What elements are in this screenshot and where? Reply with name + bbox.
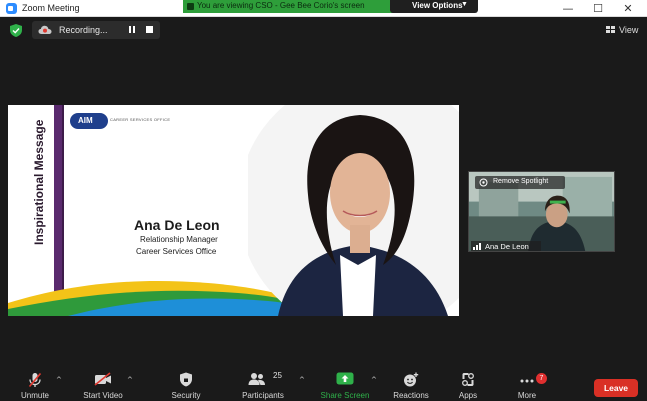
presenter-role: Relationship Manager (140, 235, 218, 244)
viewing-banner-text: You are viewing CSO - Gee Bee Corio's sc… (197, 1, 365, 10)
unmute-label: Unmute (20, 391, 49, 400)
window-title: Zoom Meeting (22, 3, 80, 13)
aim-logo-text: AIM (78, 116, 93, 125)
apps-button[interactable]: Apps (452, 366, 484, 401)
maximize-button[interactable]: ☐ (583, 0, 613, 17)
spotlight-video-tile[interactable]: Remove Spotlight Ana De Leon (468, 171, 615, 252)
participant-nameplate: Ana De Leon (471, 241, 541, 251)
participants-button[interactable]: 25 Participants (237, 366, 289, 401)
cloud-record-icon (38, 25, 52, 34)
unmute-button[interactable]: Unmute (12, 366, 58, 401)
participants-label: Participants (242, 391, 284, 400)
audio-options-caret[interactable]: ^ (56, 376, 62, 384)
more-label: More (517, 391, 537, 400)
shield-icon[interactable] (10, 24, 22, 37)
recording-indicator: Recording... (32, 21, 160, 39)
share-options-caret[interactable]: ^ (371, 376, 377, 384)
meeting-toolbar: Unmute ^ Start Video ^ Security 25 Parti… (0, 366, 647, 401)
zoom-app-icon (6, 3, 17, 14)
share-screen-label: Share Screen (320, 391, 370, 400)
participants-count: 25 (273, 371, 282, 380)
security-label: Security (171, 391, 201, 400)
close-button[interactable]: ✕ (613, 0, 643, 17)
reactions-label: Reactions (393, 391, 429, 400)
slide-side-heading: Inspirational Message (32, 119, 46, 245)
shared-screen[interactable]: Inspirational Message AIM CAREER SERVICE… (8, 105, 459, 316)
video-camera-off-icon (94, 372, 111, 386)
apps-label: Apps (458, 391, 478, 400)
leave-button[interactable]: Leave (594, 379, 638, 397)
video-options-caret[interactable]: ^ (127, 376, 133, 384)
share-screen-button[interactable]: Share Screen (318, 366, 372, 401)
recording-label: Recording... (59, 25, 108, 35)
smiley-plus-icon (404, 372, 419, 387)
reactions-button[interactable]: Reactions (390, 366, 432, 401)
participants-icon (248, 373, 265, 385)
chevron-down-icon: ▼ (461, 1, 468, 8)
signal-bars-icon (473, 243, 481, 250)
apps-icon (462, 373, 474, 386)
office-header: CAREER SERVICES OFFICE (110, 117, 171, 122)
stop-recording-button[interactable] (146, 26, 153, 33)
spotlight-icon (479, 178, 488, 187)
screen-share-icon (187, 3, 194, 10)
pause-recording-button[interactable] (128, 26, 136, 34)
remove-spotlight-button[interactable]: Remove Spotlight (475, 176, 565, 189)
view-options-label: View Options (412, 1, 463, 10)
view-grid-icon (606, 26, 615, 34)
presenter-office: Career Services Office (136, 247, 217, 256)
start-video-label: Start Video (83, 391, 123, 400)
presenter-photo (248, 105, 459, 316)
view-options-button[interactable]: View Options ▼ (390, 0, 478, 13)
participants-options-caret[interactable]: ^ (299, 376, 305, 384)
microphone-muted-icon (28, 372, 42, 388)
share-screen-icon (336, 372, 354, 385)
participant-name: Ana De Leon (485, 242, 529, 251)
more-notification-badge: 7 (536, 373, 547, 384)
start-video-button[interactable]: Start Video (78, 366, 128, 401)
minimize-button[interactable]: — (553, 0, 583, 17)
view-label: View (619, 25, 639, 35)
remove-spotlight-label: Remove Spotlight (493, 178, 549, 185)
security-button[interactable]: Security (166, 366, 206, 401)
more-dots-icon (520, 379, 534, 383)
presenter-name: Ana De Leon (134, 217, 220, 233)
zoom-window: Zoom Meeting — ☐ ✕ You are viewing CSO -… (0, 0, 647, 401)
shield-icon (180, 372, 192, 387)
leave-label: Leave (603, 383, 629, 393)
aim-logo: AIM (70, 113, 108, 129)
